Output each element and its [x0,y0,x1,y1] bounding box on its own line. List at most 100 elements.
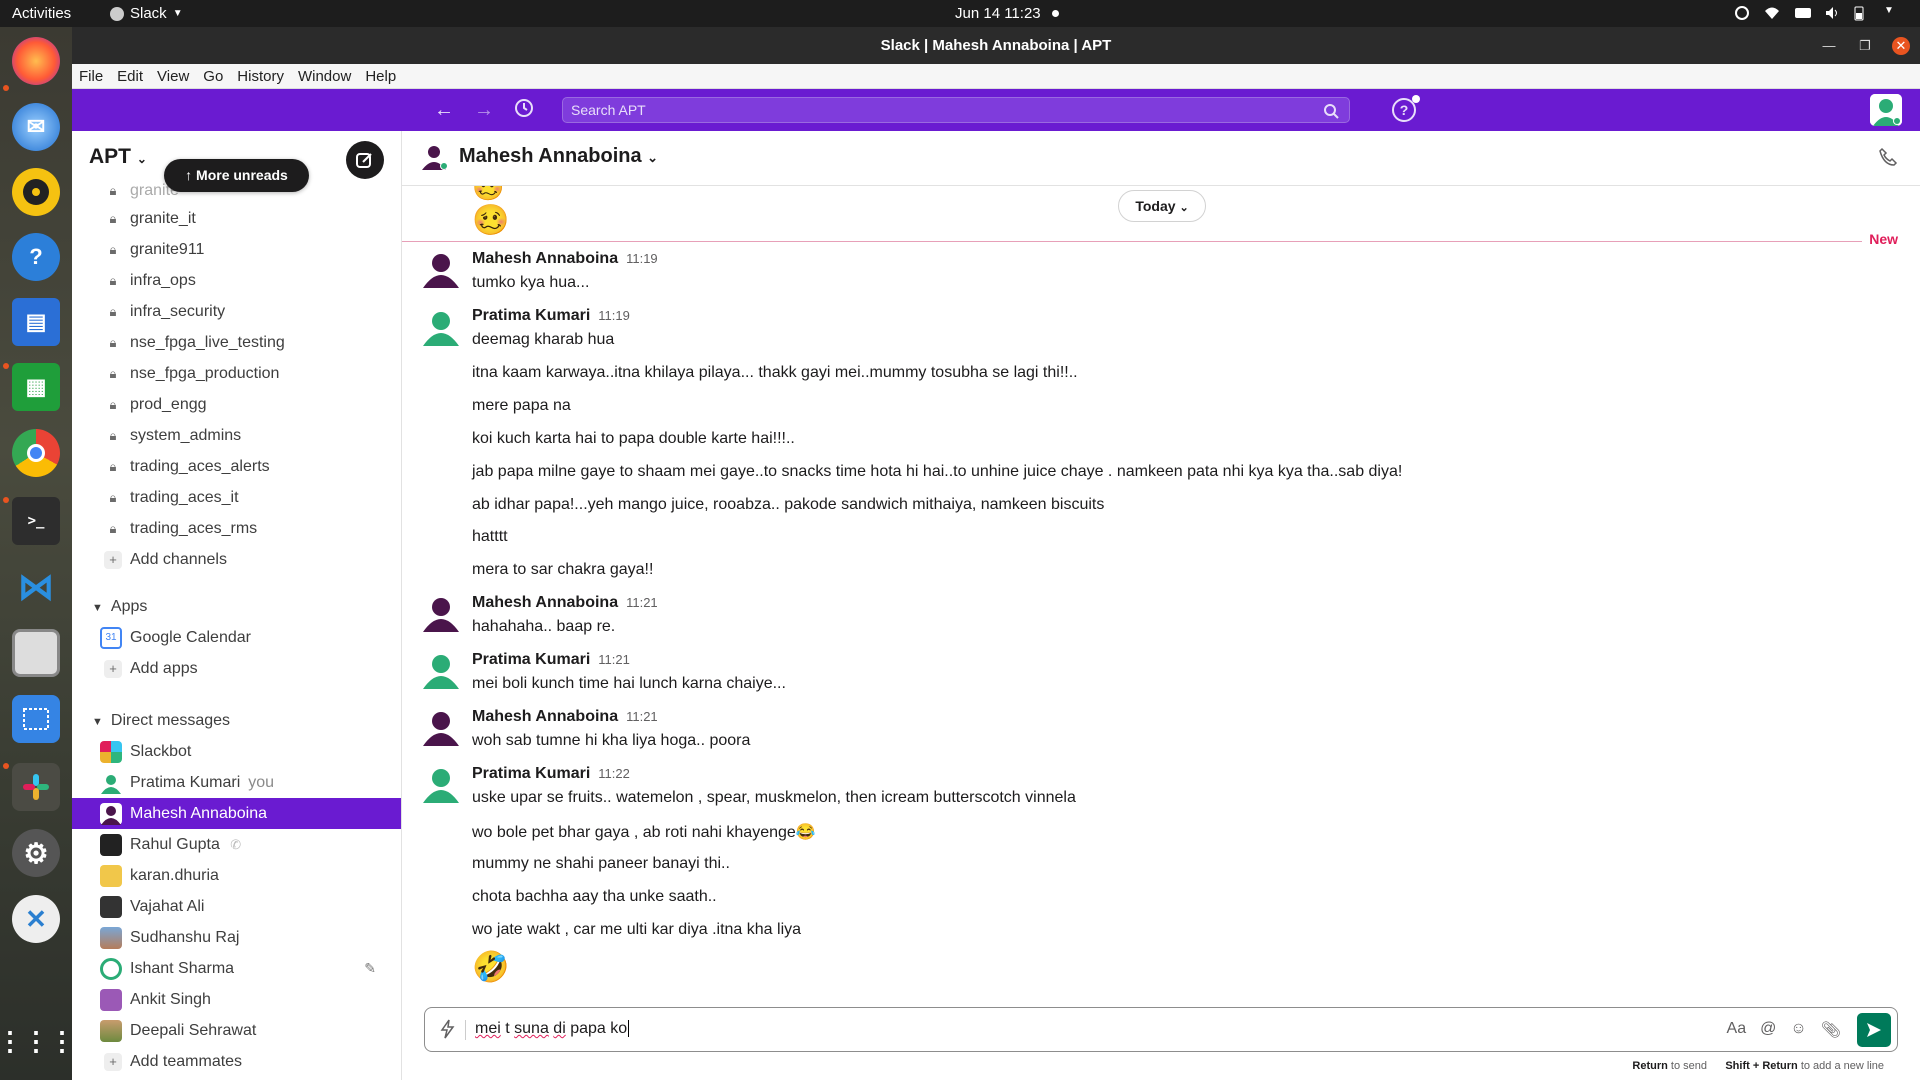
slack-icon[interactable] [12,763,60,811]
dm-item[interactable]: Sudhanshu Raj [72,922,401,953]
dm-item[interactable]: Ankit Singh [72,984,401,1015]
dm-section-header[interactable]: ▼ Direct messages [92,712,230,730]
menu-file[interactable]: File [72,64,110,88]
chrome-icon[interactable] [12,429,60,477]
message-author[interactable]: Mahesh Annaboina 11:21 [472,594,658,612]
clock[interactable]: Jun 14 11:23 [955,5,1041,22]
history-icon[interactable] [512,98,536,122]
system-tray[interactable]: ▼ [1734,5,1900,21]
add-channels-button[interactable]: + Add channels [72,544,401,575]
emoji-icon[interactable]: ☺ [1790,1020,1806,1040]
format-icon[interactable]: Aa [1727,1020,1747,1040]
mention-icon[interactable]: @ [1760,1020,1776,1040]
sidebar-channel[interactable]: 🔒︎ granite_it [72,203,401,234]
dm-item[interactable]: Ishant Sharma ✎ [72,953,401,984]
menu-edit[interactable]: Edit [110,64,150,88]
thunderbird-icon[interactable]: ✉ [12,103,60,151]
sidebar-channel[interactable]: 🔒︎ trading_aces_alerts [72,451,401,482]
screenshot-icon[interactable] [12,695,60,743]
shortcuts-bolt-icon[interactable] [439,1019,457,1039]
avatar[interactable] [422,651,460,689]
attachment-icon[interactable]: 📎︎ [1821,1020,1841,1040]
dm-item-selected[interactable]: Mahesh Annaboina [72,798,401,829]
avatar[interactable] [422,765,460,803]
phone-icon[interactable] [1878,147,1898,167]
dm-item[interactable]: Vajahat Ali [72,891,401,922]
message-list[interactable]: 🥴 🥴 New Today ⌄ Mahesh Annaboina 11:19 tu… [402,186,1920,1006]
show-apps-icon[interactable]: ⋮⋮⋮ [0,1017,75,1065]
dm-item[interactable]: Deepali Sehrawat [72,1015,401,1046]
back-arrow-icon[interactable]: ← [432,98,456,122]
user-avatar[interactable] [1870,94,1902,126]
dm-item[interactable]: Slackbot [72,736,401,767]
minimize-icon[interactable]: — [1820,37,1838,55]
sidebar-channel[interactable]: 🔒︎ trading_aces_rms [72,513,401,544]
chevron-down-icon: ⌄ [647,150,659,165]
close-icon[interactable]: ✕ [1892,36,1910,55]
sidebar-channel[interactable]: 🔒︎ granite911 [72,234,401,265]
firefox-icon[interactable] [12,37,60,85]
compose-button[interactable] [346,141,384,179]
sidebar-channel[interactable]: 🔒︎ nse_fpga_production [72,358,401,389]
send-button[interactable] [1857,1013,1891,1047]
dm-item[interactable]: Pratima Kumari you [72,767,401,798]
avatar[interactable] [422,250,460,288]
channel-label: system_admins [130,426,242,444]
sidebar-channel[interactable]: 🔒︎ system_admins [72,420,401,451]
calc-icon[interactable]: ▦ [12,363,60,411]
menu-view[interactable]: View [150,64,196,88]
rhythmbox-icon[interactable] [12,168,60,216]
channel-title[interactable]: Mahesh Annaboina ⌄ [459,145,658,168]
sidebar-channel[interactable]: 🔒︎ trading_aces_it [72,482,401,513]
menu-help[interactable]: Help [358,64,403,88]
message-author[interactable]: Mahesh Annaboina 11:21 [472,708,658,726]
lock-icon: 🔒︎ [109,427,117,443]
lock-icon: 🔒︎ [109,210,117,226]
help-icon[interactable]: ? [1392,95,1420,122]
message-author[interactable]: Pratima Kumari 11:19 [472,307,630,325]
message-composer[interactable]: mei t suna di papa ko Aa @ ☺ 📎︎ [424,1007,1898,1052]
sidebar: APT ⌄ 🔒︎ granite 🔒︎ granite_it 🔒︎ granite91… [72,131,402,1080]
message-author[interactable]: Pratima Kumari 11:21 [472,651,630,669]
app-menu[interactable]: Slack ▼ [110,5,183,22]
menu-history[interactable]: History [230,64,291,88]
avatar[interactable] [422,594,460,632]
sidebar-app[interactable]: 31 Google Calendar [72,622,401,653]
sidebar-channel[interactable]: 🔒︎ prod_engg [72,389,401,420]
menu-window[interactable]: Window [291,64,358,88]
maximize-icon[interactable]: ❐ [1856,37,1874,55]
dm-item[interactable]: Rahul Gupta ✆ [72,829,401,860]
dm-item[interactable]: karan.dhuria [72,860,401,891]
slack-tray-icon [110,6,124,21]
menu-go[interactable]: Go [196,64,230,88]
settings-icon[interactable]: ⚙ [12,829,60,877]
lock-icon: 🔒︎ [109,365,117,381]
message-author[interactable]: Mahesh Annaboina 11:19 [472,250,658,268]
help-icon[interactable]: ? [12,233,60,281]
writer-icon[interactable]: ▤ [12,298,60,346]
sidebar-list[interactable]: 🔒︎ granite 🔒︎ granite_it 🔒︎ granite911 🔒︎ in… [72,182,401,1080]
workspace-switcher[interactable]: APT ⌄ [89,145,147,169]
channel-name: Mahesh Annaboina [459,145,642,167]
message-input[interactable]: mei t suna di papa ko [475,1020,630,1038]
remmina-icon[interactable]: ✕ [12,895,60,943]
sidebar-channel[interactable]: 🔒︎ infra_security [72,296,401,327]
apps-section-header[interactable]: ▼ Apps [92,598,147,616]
more-unreads-button[interactable]: ↑ More unreads [164,159,309,192]
avatar[interactable] [422,708,460,746]
avatar[interactable] [422,308,460,346]
channel-header: Mahesh Annaboina ⌄ [402,131,1920,186]
add-apps-button[interactable]: + Add apps [72,653,401,684]
sidebar-channel[interactable]: 🔒︎ infra_ops [72,265,401,296]
add-teammates-button[interactable]: + Add teammates [72,1046,401,1077]
forward-arrow-icon[interactable]: → [472,98,496,122]
sidebar-channel[interactable]: 🔒︎ nse_fpga_live_testing [72,327,401,358]
message-author[interactable]: Pratima Kumari 11:22 [472,765,630,783]
terminal-icon[interactable]: >_ [12,497,60,545]
channel-label: nse_fpga_live_testing [130,333,285,351]
files-icon[interactable] [12,629,60,677]
activities-button[interactable]: Activities [12,5,71,22]
search-input[interactable]: Search APT [562,97,1350,123]
vscode-icon[interactable]: ⋈ [12,563,60,611]
today-date-pill[interactable]: Today ⌄ [1118,190,1206,222]
